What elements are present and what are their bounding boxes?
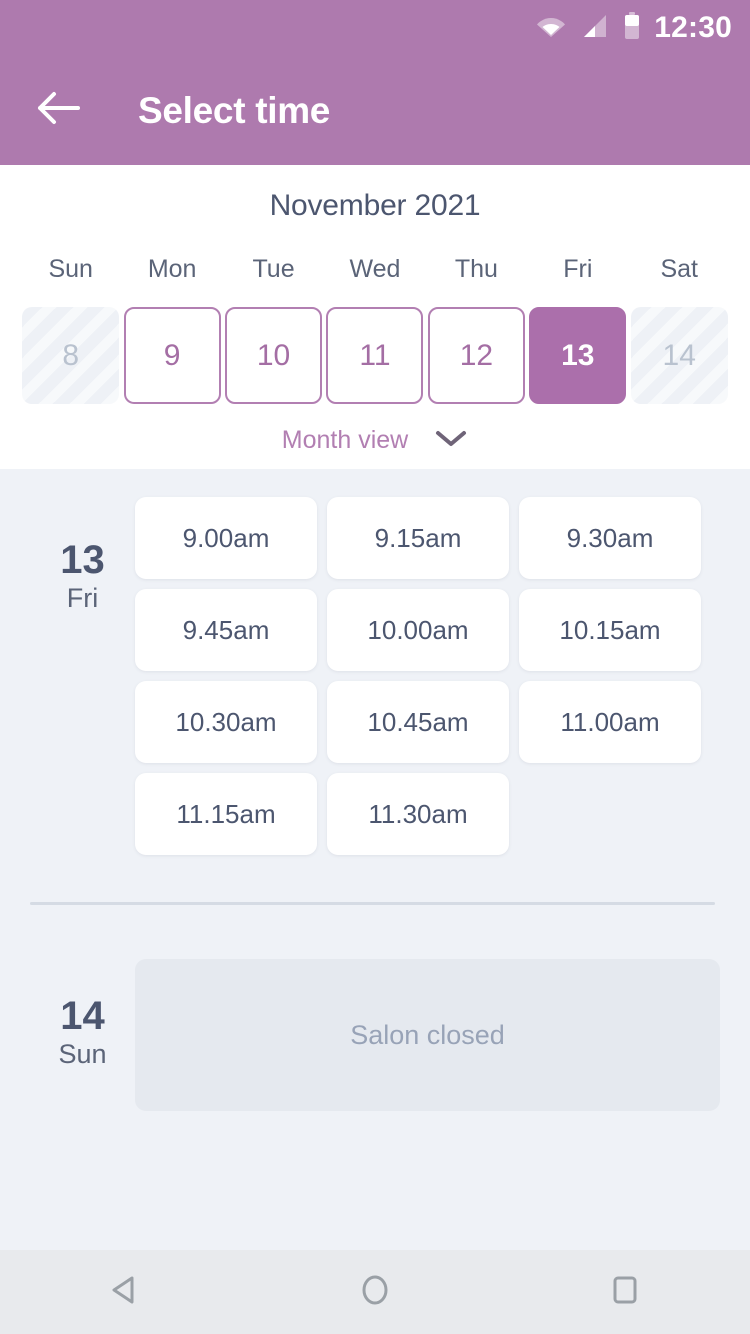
time-slot[interactable]: 10.45am [327, 681, 509, 763]
app-root: 12:30 Select time November 2021 Sun Mon … [0, 0, 750, 1334]
time-slot[interactable]: 11.00am [519, 681, 701, 763]
schedule-day-14: 14 Sun Salon closed [0, 905, 750, 1111]
day-cell-wrap: 8 [20, 307, 121, 404]
day-cell-wrap: 14 [629, 307, 730, 404]
day-number: 13 [60, 538, 105, 582]
weekday-header: Thu [454, 254, 498, 283]
recents-nav-icon [605, 1270, 645, 1315]
status-icons [536, 11, 640, 45]
day-cell-wrap: 13 [527, 307, 628, 404]
schedule-scroll-area[interactable]: 13 Fri 9.00am 9.15am 9.30am 9.45am 10.00… [0, 469, 750, 1250]
calendar-day-12[interactable]: 12 [427, 307, 525, 404]
day-label-14: 14 Sun [30, 959, 135, 1111]
weekday-header-row: Sun Mon Tue Wed Thu Fri Sat [0, 245, 750, 293]
time-slot[interactable]: 11.30am [327, 773, 509, 855]
day-cell-wrap: 12 [426, 307, 527, 404]
day-cell-wrap: 9 [121, 307, 222, 404]
weekday-header: Mon [147, 254, 197, 283]
time-slot-grid: 9.00am 9.15am 9.30am 9.45am 10.00am 10.1… [135, 497, 720, 855]
schedule-day-13: 13 Fri 9.00am 9.15am 9.30am 9.45am 10.00… [0, 469, 750, 855]
day-label-13: 13 Fri [30, 497, 135, 855]
time-slot[interactable]: 10.15am [519, 589, 701, 671]
day-weekday: Fri [66, 583, 99, 613]
weekday-header: Tue [252, 254, 295, 283]
time-slot[interactable]: 11.15am [135, 773, 317, 855]
status-clock: 12:30 [654, 11, 732, 44]
calendar-day-11[interactable]: 11 [326, 307, 424, 404]
nav-back-button[interactable] [70, 1250, 180, 1334]
salon-closed-banner: Salon closed [135, 959, 720, 1111]
nav-recents-button[interactable] [570, 1250, 680, 1334]
month-view-label: Month view [281, 426, 409, 454]
weekday-header: Sat [660, 254, 698, 283]
time-slot[interactable]: 9.30am [519, 497, 701, 579]
calendar-days-row: 8 9 10 11 12 13 14 [0, 307, 750, 404]
page-title: Select time [138, 89, 331, 131]
weekday-header: Fri [563, 254, 593, 283]
calendar-day-13-selected[interactable]: 13 [529, 307, 627, 404]
battery-icon [624, 11, 640, 45]
time-slot[interactable]: 9.15am [327, 497, 509, 579]
month-view-toggle[interactable]: Month view [0, 426, 750, 455]
calendar-month-title: November 2021 [269, 189, 481, 222]
time-slot[interactable]: 10.00am [327, 589, 509, 671]
status-bar: 12:30 [0, 0, 750, 56]
day-number: 14 [60, 994, 105, 1038]
chevron-down-icon [434, 428, 468, 453]
weekday-header: Wed [349, 254, 401, 283]
wifi-icon [536, 14, 566, 43]
signal-icon [582, 14, 608, 43]
day-weekday: Sun [58, 1039, 107, 1069]
calendar-day-8: 8 [22, 307, 120, 404]
back-button[interactable] [30, 83, 86, 139]
time-slot[interactable]: 10.30am [135, 681, 317, 763]
app-bar: Select time [0, 56, 750, 165]
calendar-day-10[interactable]: 10 [225, 307, 323, 404]
home-nav-icon [355, 1270, 395, 1315]
android-nav-bar [0, 1250, 750, 1334]
time-slot[interactable]: 9.45am [135, 589, 317, 671]
calendar-day-9[interactable]: 9 [123, 307, 221, 404]
time-slot[interactable]: 9.00am [135, 497, 317, 579]
back-arrow-icon [36, 90, 80, 131]
calendar-day-14: 14 [630, 307, 728, 404]
calendar-panel: November 2021 Sun Mon Tue Wed Thu Fri Sa… [0, 165, 750, 469]
back-nav-icon [105, 1270, 145, 1315]
day-cell-wrap: 10 [223, 307, 324, 404]
weekday-header: Sun [48, 254, 93, 283]
nav-home-button[interactable] [320, 1250, 430, 1334]
day-cell-wrap: 11 [324, 307, 425, 404]
